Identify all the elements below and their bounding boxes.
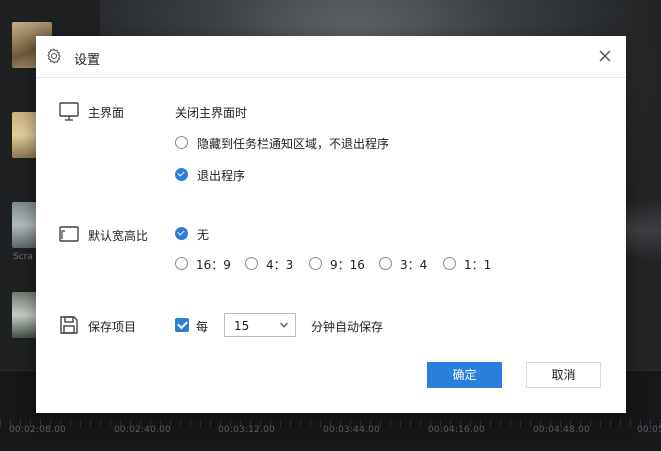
autosave-interval-select[interactable]: 15 bbox=[224, 313, 296, 337]
radio-ratio-16-9-label[interactable]: 16：9 bbox=[196, 256, 231, 273]
monitor-icon bbox=[59, 102, 79, 121]
save-disk-icon bbox=[60, 316, 78, 334]
radio-ratio-9-16[interactable] bbox=[309, 257, 322, 270]
aspect-ratio-icon bbox=[59, 226, 79, 242]
ruler-label: 00:04:16.00 bbox=[428, 425, 485, 435]
settings-dialog: 设置 主界面 关闭主界面时 隐藏到任务栏通知区域，不退出程序 退出程序 默认宽高… bbox=[36, 36, 626, 413]
radio-ratio-4-3-label[interactable]: 4：3 bbox=[266, 256, 293, 273]
ruler-label: 00:03:44.00 bbox=[323, 425, 380, 435]
section-label-save-project: 保存项目 bbox=[88, 320, 137, 334]
autosave-interval-value: 15 bbox=[234, 319, 250, 333]
radio-ratio-3-4-label[interactable]: 3：4 bbox=[400, 256, 427, 273]
autosave-every-label: 每 bbox=[196, 320, 209, 334]
radio-hide-to-tray-label[interactable]: 隐藏到任务栏通知区域，不退出程序 bbox=[197, 135, 389, 152]
radio-exit-program-label[interactable]: 退出程序 bbox=[197, 167, 245, 184]
radio-ratio-1-1[interactable] bbox=[443, 257, 456, 270]
media-thumbnail-label: Scra bbox=[13, 252, 33, 262]
close-icon[interactable] bbox=[596, 47, 614, 65]
close-main-ui-prompt: 关闭主界面时 bbox=[175, 106, 248, 120]
chevron-down-icon bbox=[280, 322, 288, 328]
radio-ratio-4-3[interactable] bbox=[245, 257, 258, 270]
ruler-label: 00:05 bbox=[637, 425, 661, 435]
radio-hide-to-tray[interactable] bbox=[175, 136, 188, 149]
radio-ratio-1-1-label[interactable]: 1：1 bbox=[464, 256, 491, 273]
radio-ratio-16-9[interactable] bbox=[175, 257, 188, 270]
radio-ratio-none-label[interactable]: 无 bbox=[197, 226, 209, 243]
gear-icon bbox=[47, 48, 61, 64]
autosave-checkbox[interactable] bbox=[175, 318, 189, 332]
ruler-label: 00:04:48.00 bbox=[533, 425, 590, 435]
ruler-label: 00:03:12.00 bbox=[218, 425, 275, 435]
ruler-label: 00:02:40.00 bbox=[114, 425, 171, 435]
cancel-button[interactable]: 取消 bbox=[526, 362, 601, 388]
autosave-suffix-label: 分钟自动保存 bbox=[311, 320, 384, 334]
ok-button[interactable]: 确定 bbox=[427, 362, 502, 388]
section-label-aspect-ratio: 默认宽高比 bbox=[88, 229, 149, 243]
radio-ratio-9-16-label[interactable]: 9：16 bbox=[330, 256, 365, 273]
radio-exit-program[interactable] bbox=[175, 168, 188, 181]
radio-ratio-3-4[interactable] bbox=[379, 257, 392, 270]
ruler-label: 00:02:08.00 bbox=[9, 425, 66, 435]
dialog-title: 设置 bbox=[74, 53, 101, 68]
dialog-titlebar: 设置 bbox=[36, 36, 626, 78]
section-label-main-ui: 主界面 bbox=[88, 106, 125, 120]
radio-ratio-none[interactable] bbox=[175, 227, 188, 240]
